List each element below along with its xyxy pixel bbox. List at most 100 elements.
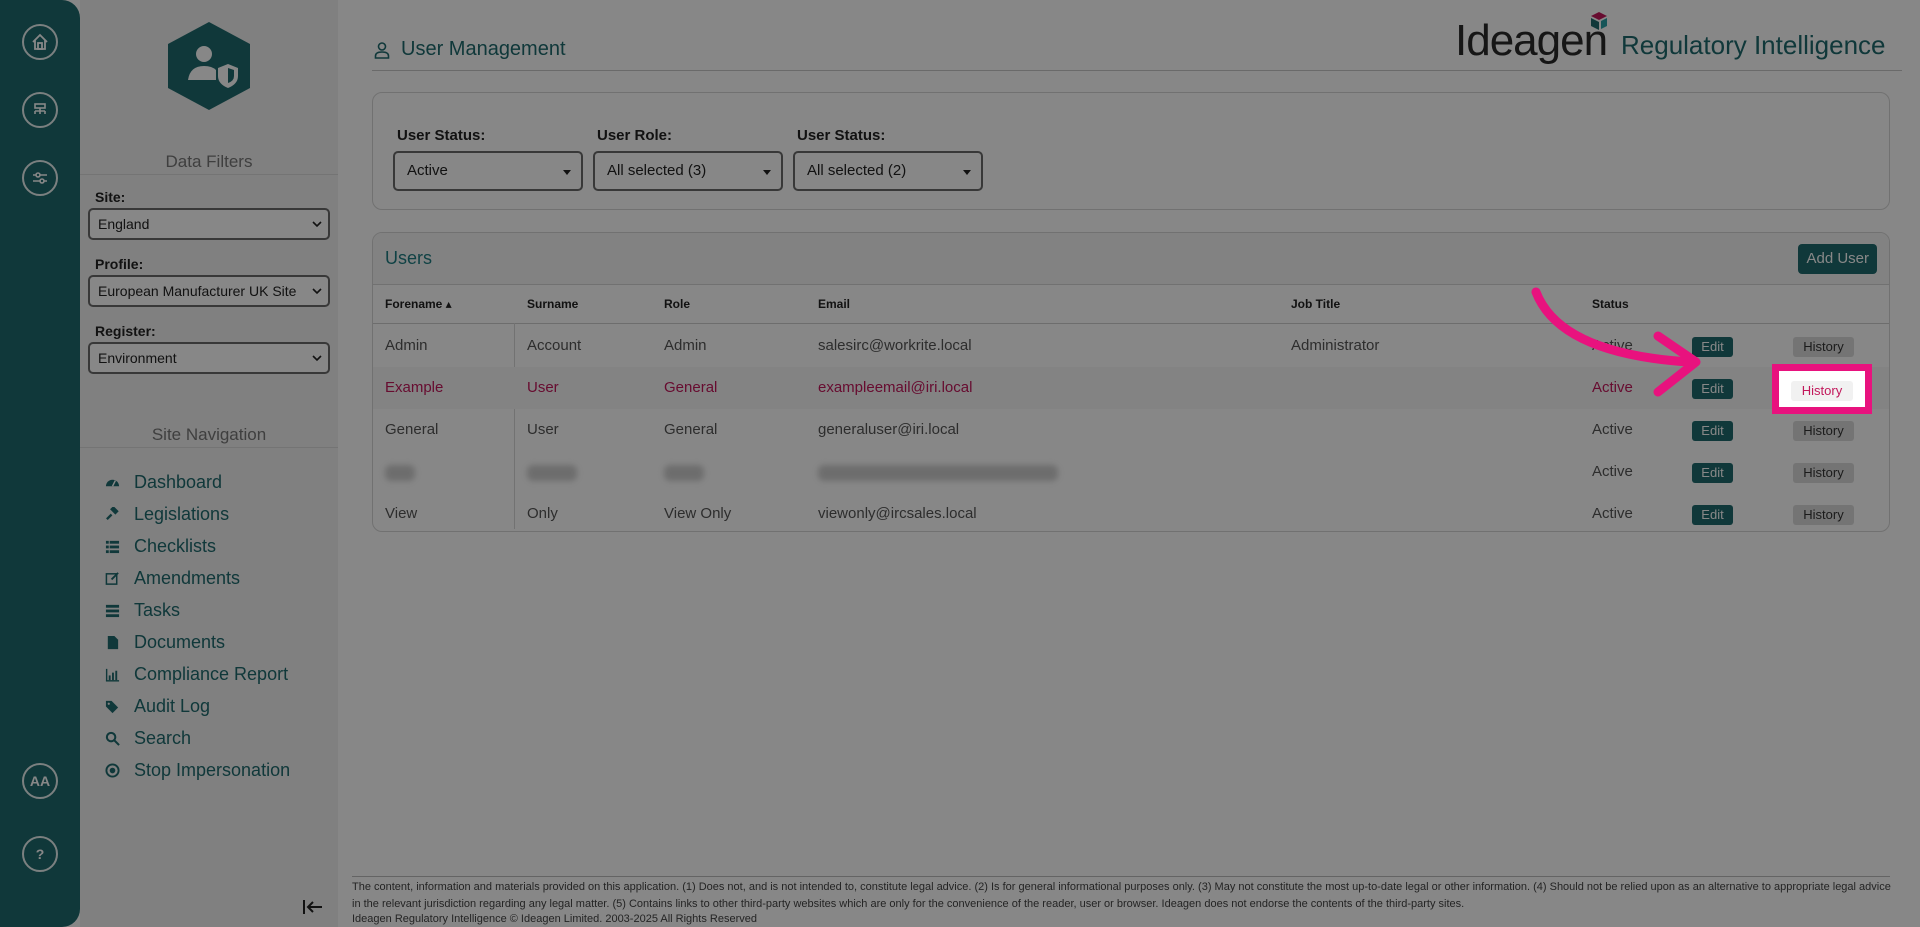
- cell-role: General: [664, 379, 718, 396]
- nav-dashboard[interactable]: Dashboard: [104, 470, 222, 494]
- page-title: User Management: [373, 38, 566, 61]
- history-button[interactable]: History: [1793, 463, 1854, 483]
- divider: [80, 174, 338, 175]
- caret-down-icon: [763, 170, 771, 175]
- page-title-text: User Management: [401, 38, 566, 60]
- redacted-surname: [527, 465, 577, 481]
- nav-documents[interactable]: Documents: [104, 630, 225, 654]
- user-status-label: User Status:: [397, 127, 486, 144]
- edit-button[interactable]: Edit: [1692, 463, 1733, 483]
- cell-role: View Only: [664, 505, 732, 522]
- nav-compliance-report[interactable]: Compliance Report: [104, 662, 288, 686]
- brand-logo: Ideagen Regulatory Intelligence: [1455, 10, 1905, 66]
- user-status-2-value: All selected (2): [807, 162, 907, 179]
- nav-audit-log[interactable]: Audit Log: [104, 694, 210, 718]
- cell-forename: View: [385, 505, 418, 522]
- cell-surname: Only: [527, 505, 558, 522]
- nav-label: Compliance Report: [134, 663, 289, 684]
- cell-role: Admin: [664, 337, 707, 354]
- register-select-value: Environment: [98, 350, 177, 366]
- cell-job-title: Administrator: [1291, 337, 1380, 354]
- nav-label: Audit Log: [134, 695, 211, 716]
- nav-checklists[interactable]: Checklists: [104, 534, 216, 558]
- nav-search[interactable]: Search: [104, 726, 191, 750]
- cell-role: General: [664, 421, 718, 438]
- register-filter-label: Register:: [95, 323, 156, 339]
- nav-label: Search: [134, 727, 192, 748]
- nav-label: Checklists: [134, 535, 217, 556]
- register-select[interactable]: Environment: [88, 342, 330, 374]
- user-status-value: Active: [407, 162, 448, 179]
- user-status-2-select[interactable]: All selected (2): [793, 151, 983, 191]
- tasks-icon: [104, 602, 120, 618]
- nav-label: Amendments: [134, 567, 241, 588]
- redacted-forename: [385, 465, 415, 481]
- help-button[interactable]: ?: [22, 836, 58, 872]
- app-rail: AA ?: [0, 0, 80, 927]
- site-filter-label: Site:: [95, 189, 126, 205]
- column-header-surname[interactable]: Surname: [527, 297, 578, 311]
- redacted-role: [664, 465, 704, 481]
- history-button[interactable]: History: [1793, 505, 1854, 525]
- nav-amendments[interactable]: Amendments: [104, 566, 240, 590]
- user-status-select[interactable]: Active: [393, 151, 583, 191]
- cell-forename: Example: [385, 379, 444, 396]
- site-select-value: England: [98, 216, 150, 232]
- list-icon: [104, 538, 120, 554]
- divider: [372, 70, 1902, 71]
- data-filters-title: Data Filters: [165, 152, 253, 171]
- cell-email: viewonly@ircsales.local: [818, 505, 977, 522]
- edit-button[interactable]: Edit: [1692, 505, 1733, 525]
- add-user-button[interactable]: Add User: [1798, 244, 1877, 274]
- redacted-email: [818, 465, 1058, 481]
- collapse-sidebar-icon[interactable]: [302, 898, 324, 916]
- table-row[interactable]: General User General generaluser@iri.loc…: [373, 409, 1889, 451]
- chevron-down-icon: [312, 221, 322, 228]
- column-header-role[interactable]: Role: [664, 297, 690, 311]
- edit-icon: [104, 570, 120, 586]
- text-size-button[interactable]: AA: [22, 763, 58, 799]
- user-role-label: User Role:: [597, 127, 673, 144]
- nav-label: Dashboard: [134, 471, 223, 492]
- user-shield-logo-icon: [168, 22, 250, 110]
- profile-select-value: European Manufacturer UK Site: [98, 283, 297, 299]
- cell-forename: Admin: [385, 337, 428, 354]
- user-filters-panel: User Status: Active User Role: All selec…: [372, 92, 1890, 210]
- nav-stop-impersonation[interactable]: Stop Impersonation: [104, 758, 290, 782]
- table-row[interactable]: View Only View Only viewonly@ircsales.lo…: [373, 493, 1889, 531]
- dashboard-icon: [104, 474, 120, 490]
- highlight-box: History: [1772, 364, 1872, 414]
- search-icon: [104, 730, 120, 746]
- cell-status: Active: [1592, 505, 1633, 522]
- nav-tasks[interactable]: Tasks: [104, 598, 180, 622]
- stop-circle-icon: [104, 762, 120, 778]
- column-header-email[interactable]: Email: [818, 297, 850, 311]
- bar-chart-icon: [104, 666, 120, 682]
- cell-email: generaluser@iri.local: [818, 421, 960, 438]
- sitemap-icon[interactable]: [22, 92, 58, 128]
- column-header-forename[interactable]: Forename ▴: [385, 297, 452, 311]
- sidebar: Data Filters Site: England Profile: Euro…: [80, 0, 338, 927]
- user-status-2-label: User Status:: [797, 127, 886, 144]
- table-row[interactable]: Active Edit History: [373, 451, 1889, 493]
- profile-filter-label: Profile:: [95, 256, 144, 272]
- column-header-job-title[interactable]: Job Title: [1291, 297, 1340, 311]
- home-icon[interactable]: [22, 24, 58, 60]
- edit-button[interactable]: Edit: [1692, 421, 1733, 441]
- history-button[interactable]: History: [1793, 337, 1854, 357]
- nav-legislations[interactable]: Legislations: [104, 502, 229, 526]
- site-select[interactable]: England: [88, 208, 330, 240]
- user-role-select[interactable]: All selected (3): [593, 151, 783, 191]
- nav-label: Documents: [134, 631, 226, 652]
- cell-forename: General: [385, 421, 439, 438]
- history-button[interactable]: History: [1793, 421, 1854, 441]
- profile-select[interactable]: European Manufacturer UK Site: [88, 275, 330, 307]
- cell-status: Active: [1592, 421, 1633, 438]
- cell-surname: Account: [527, 337, 582, 354]
- sliders-icon[interactable]: [22, 160, 58, 196]
- history-button-highlighted[interactable]: History: [1791, 381, 1853, 401]
- ideagen-mark-icon: [1591, 12, 1607, 30]
- cell-status: Active: [1592, 463, 1633, 480]
- file-icon: [104, 634, 120, 650]
- divider: [80, 447, 338, 448]
